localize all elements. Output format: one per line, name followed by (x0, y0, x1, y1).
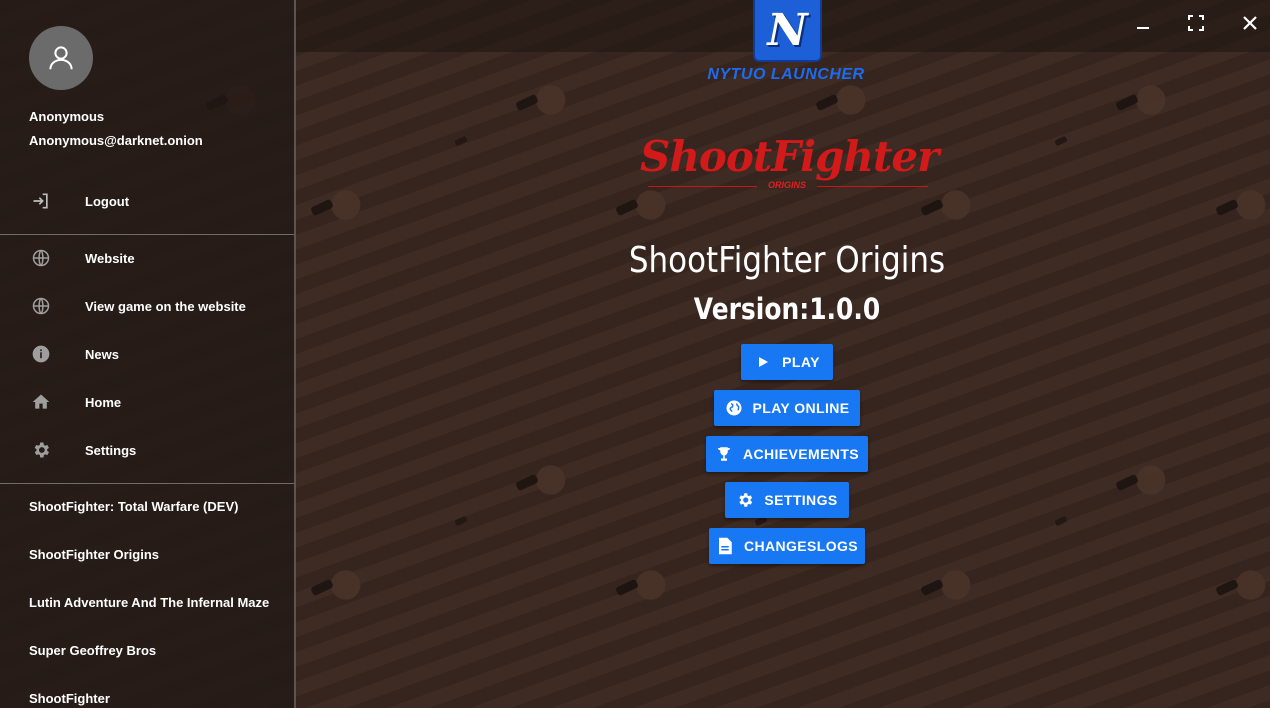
background-sprite (530, 460, 576, 500)
sidebar-divider (0, 234, 294, 235)
launcher-logo: N (753, 0, 822, 62)
game-list-item[interactable]: ShootFighter Origins (29, 547, 159, 562)
achievements-button-label: ACHIEVEMENTS (742, 446, 860, 462)
document-icon (716, 537, 734, 555)
user-name: Anonymous (29, 109, 105, 124)
sidebar-item-label: Website (85, 250, 135, 266)
sidebar-divider (0, 483, 294, 484)
globe-icon (725, 399, 743, 417)
fullscreen-icon (1188, 15, 1204, 31)
changelogs-button-label: CHANGESLOGS (743, 538, 859, 554)
launcher-name: NYTUO LAUNCHER (707, 66, 865, 83)
achievements-button[interactable]: ACHIEVEMENTS (706, 436, 868, 472)
background-sprite (830, 80, 876, 120)
logout-button[interactable]: Logout (0, 179, 294, 223)
play-button[interactable]: PLAY (741, 344, 833, 380)
sidebar-item-home[interactable]: Home (0, 380, 294, 424)
background-sprite (325, 565, 371, 605)
game-title: ShootFighter Origins (628, 240, 946, 281)
logout-label: Logout (85, 193, 130, 209)
close-button[interactable] (1237, 10, 1263, 36)
user-icon (49, 46, 73, 70)
background-sprite (630, 565, 676, 605)
background-sprite (630, 185, 676, 225)
play-icon (754, 353, 772, 371)
background-sprite (935, 185, 981, 225)
sidebar-item-label: Settings (85, 442, 137, 458)
background-sprite (1130, 80, 1176, 120)
play-online-button[interactable]: PLAY ONLINE (714, 390, 860, 426)
maximize-button[interactable] (1183, 10, 1209, 36)
background-sprite (530, 80, 576, 120)
game-logo-subtitle: ORIGINS (757, 180, 817, 190)
settings-button-label: SETTINGS (764, 492, 838, 508)
sidebar-item-settings[interactable]: Settings (0, 428, 294, 472)
game-list-item[interactable]: ShootFighter (29, 691, 110, 706)
minimize-button[interactable] (1130, 10, 1156, 36)
avatar[interactable] (29, 26, 93, 90)
background-sprite (1130, 460, 1176, 500)
game-list-item[interactable]: Super Geoffrey Bros (29, 643, 156, 658)
changelogs-button[interactable]: CHANGESLOGS (709, 528, 865, 564)
logout-icon (30, 190, 52, 212)
background-sprite (935, 565, 981, 605)
settings-button[interactable]: SETTINGS (725, 482, 849, 518)
game-version: Version:1.0.0 (693, 292, 881, 326)
globe-icon (30, 247, 52, 269)
background-dot (1054, 515, 1068, 527)
game-list-item[interactable]: ShootFighter: Total Warfare (DEV) (29, 499, 238, 514)
sidebar-item-news[interactable]: News (0, 332, 294, 376)
trophy-icon (715, 445, 733, 463)
play-online-button-label: PLAY ONLINE (752, 400, 850, 416)
game-list-item[interactable]: Lutin Adventure And The Infernal Maze (29, 595, 269, 610)
sidebar-item-website[interactable]: Website (0, 236, 294, 280)
sidebar-item-label: Home (85, 394, 122, 410)
sidebar-item-label: News (85, 346, 119, 362)
minimize-icon (1137, 27, 1149, 29)
launcher-logo-letter: N (767, 4, 808, 56)
gear-icon (30, 439, 52, 461)
globe-icon (30, 295, 52, 317)
background-dot (454, 135, 468, 147)
close-icon (1243, 16, 1257, 30)
background-sprite (1230, 565, 1270, 605)
game-logo: ShootFighter (640, 132, 939, 181)
home-icon (30, 391, 52, 413)
play-button-label: PLAY (782, 354, 820, 370)
sidebar: Anonymous Anonymous@darknet.onion Logout… (0, 0, 296, 708)
background-dot (1054, 135, 1068, 147)
sidebar-item-label: View game on the website (85, 298, 246, 314)
info-icon (30, 343, 52, 365)
background-sprite (325, 185, 371, 225)
background-sprite (1230, 185, 1270, 225)
background-dot (454, 515, 468, 527)
gear-icon (736, 491, 754, 509)
user-email: Anonymous@darknet.onion (29, 133, 203, 148)
sidebar-item-view-game[interactable]: View game on the website (0, 284, 294, 328)
